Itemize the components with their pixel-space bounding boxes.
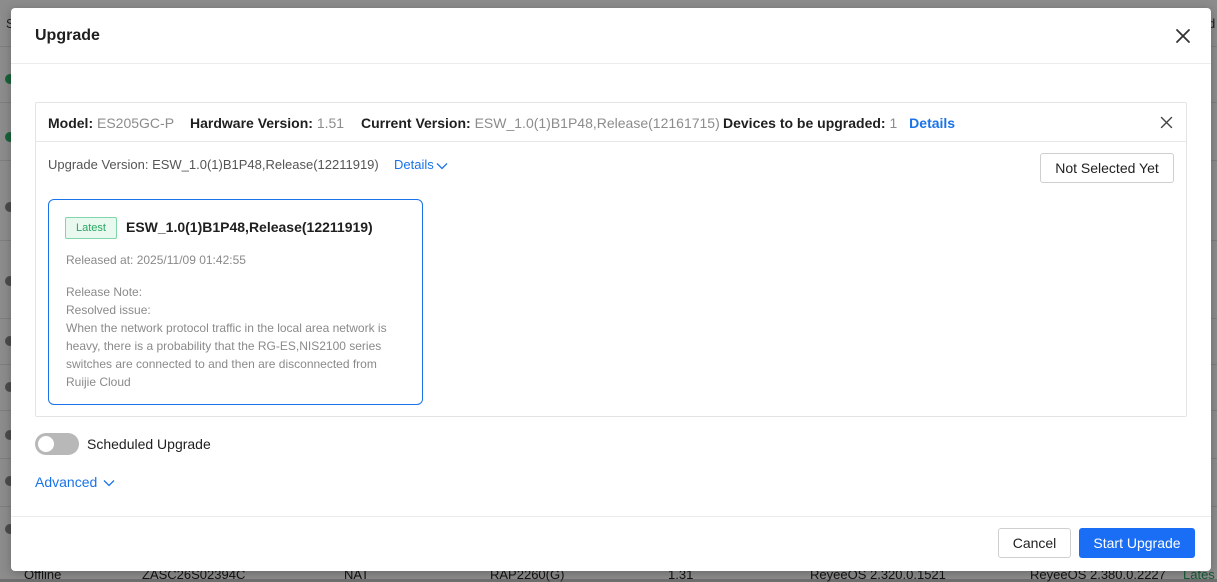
current-version-label: Current Version: [361, 115, 471, 131]
release-note-line: When the network protocol traffic in the… [66, 321, 387, 335]
version-card[interactable]: Latest ESW_1.0(1)B1P48,Release(12211919)… [48, 199, 423, 405]
close-icon[interactable] [1173, 26, 1193, 46]
latest-badge: Latest [65, 217, 117, 239]
modal-header: Upgrade [11, 8, 1211, 64]
release-note: Release Note: Resolved issue: When the n… [66, 283, 406, 391]
release-note-line: heavy, there is a probability that the R… [66, 339, 382, 353]
chevron-down-icon [436, 162, 448, 169]
details-toggle[interactable]: Details [394, 157, 448, 172]
version-name: ESW_1.0(1)B1P48,Release(12211919) [126, 219, 373, 235]
scheduled-upgrade-toggle[interactable] [35, 433, 79, 455]
model-value: ES205GC-P [97, 115, 175, 131]
upgrade-modal: Upgrade Model: ES205GC-P Hardware Versio… [11, 8, 1211, 571]
model-label: Model: [48, 115, 94, 131]
released-at: Released at: 2025/11/09 01:42:55 [66, 253, 246, 267]
release-note-line: Release Note: [66, 285, 143, 299]
model-info: Model: ES205GC-P [48, 115, 174, 131]
start-upgrade-button[interactable]: Start Upgrade [1079, 528, 1195, 558]
devices-info: Devices to be upgraded: 1 Details [723, 115, 955, 131]
current-version-value: ESW_1.0(1)B1P48,Release(12161715) [474, 115, 720, 131]
current-version-info: Current Version: ESW_1.0(1)B1P48,Release… [361, 115, 720, 131]
toggle-knob [38, 436, 54, 452]
devices-details-link[interactable]: Details [909, 115, 955, 131]
hardware-value: 1.51 [316, 115, 345, 131]
modal-footer: Cancel Start Upgrade [11, 516, 1211, 572]
info-close-icon[interactable] [1160, 116, 1173, 129]
device-info-card: Model: ES205GC-P Hardware Version: 1.51 … [35, 102, 1187, 417]
devices-value: 1 [889, 115, 898, 131]
device-info-bar: Model: ES205GC-P Hardware Version: 1.51 … [36, 103, 1186, 142]
modal-title: Upgrade [35, 27, 100, 44]
chevron-down-icon [103, 480, 115, 487]
release-note-line: switches are connected to and then are d… [66, 357, 377, 371]
release-note-line: Ruijie Cloud [66, 375, 131, 389]
advanced-label: Advanced [35, 474, 98, 490]
devices-label: Devices to be upgraded: [723, 115, 886, 131]
hardware-label: Hardware Version: [190, 115, 313, 131]
cancel-button[interactable]: Cancel [998, 528, 1071, 558]
advanced-toggle[interactable]: Advanced [35, 474, 115, 490]
not-selected-button[interactable]: Not Selected Yet [1040, 153, 1174, 183]
hardware-info: Hardware Version: 1.51 [190, 115, 344, 131]
scheduled-upgrade-label: Scheduled Upgrade [87, 436, 211, 452]
release-note-line: Resolved issue: [66, 303, 151, 317]
details-toggle-label: Details [394, 157, 434, 172]
upgrade-version-text: Upgrade Version: ESW_1.0(1)B1P48,Release… [48, 157, 379, 172]
